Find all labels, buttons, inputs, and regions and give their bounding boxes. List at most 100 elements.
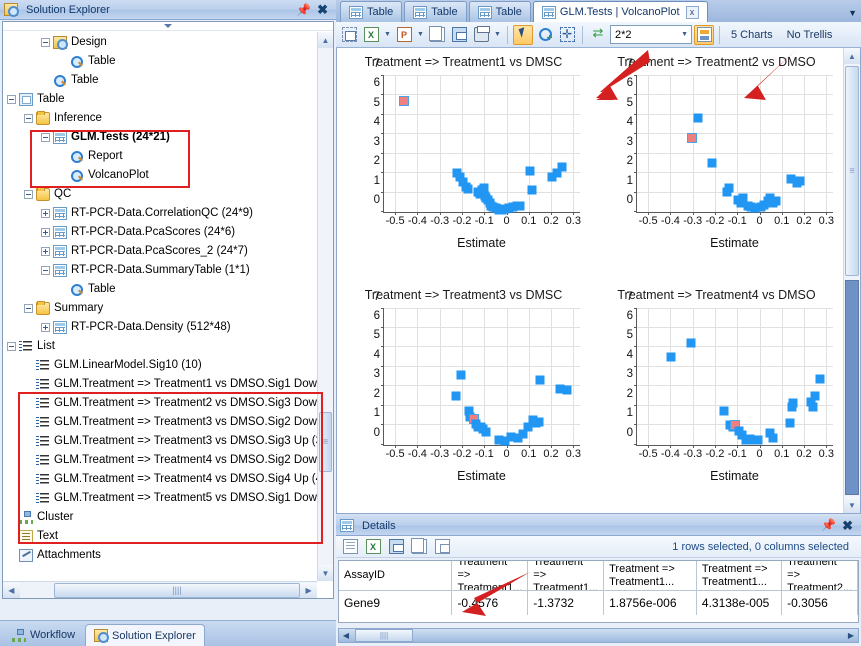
data-point[interactable] — [515, 201, 525, 211]
panel-layout-icon[interactable] — [694, 24, 714, 45]
data-point[interactable] — [481, 427, 491, 437]
tree-item[interactable]: Inference — [3, 109, 317, 128]
pin-icon[interactable]: 📌 — [296, 4, 311, 16]
data-point[interactable] — [535, 375, 545, 385]
scroll-down-arrow-icon[interactable]: ▼ — [844, 497, 860, 513]
print-caret-icon[interactable]: ▼ — [493, 25, 502, 45]
chevron-down-icon[interactable]: ▼ — [681, 31, 688, 38]
save-image-icon[interactable] — [449, 25, 469, 45]
chart-scroll-track[interactable] — [845, 280, 859, 495]
tree-expander-plus[interactable] — [41, 323, 50, 332]
plot-area[interactable]: 0 1 2 3 4 5 6 7 -0.5 -0.4 -0.3 -0.2 -0.1 0 0.1 0.2 0.3 — [627, 291, 834, 460]
tree-expander-plus[interactable] — [41, 247, 50, 256]
tree-scroll-thumb[interactable] — [319, 412, 332, 472]
tree-expander-minus[interactable] — [41, 266, 50, 275]
chevron-down-icon[interactable]: ▼ — [848, 8, 857, 18]
tree-vertical-scrollbar[interactable]: ▲ ▼ — [317, 32, 333, 581]
tree-hscroll-thumb[interactable]: |||| — [53, 582, 301, 598]
data-point[interactable] — [795, 176, 805, 186]
data-point-selected[interactable] — [686, 132, 697, 143]
chart-panel-2[interactable]: Treatment => Treatment3 vs DMSC-Log10(Ra… — [337, 281, 590, 514]
tree-item[interactable]: RT-PCR-Data.CorrelationQC (24*9) — [3, 204, 317, 223]
pin-icon[interactable]: 📌 — [821, 519, 836, 532]
data-point[interactable] — [787, 402, 797, 412]
details-column-header[interactable]: Treatment => Treatment1... — [604, 561, 697, 591]
tree-item[interactable]: Table — [3, 280, 317, 299]
details-column-header[interactable]: Treatment => Treatment2... — [782, 561, 858, 591]
tree-item[interactable]: GLM.Tests (24*21) — [3, 128, 317, 147]
tree-expander-plus[interactable] — [41, 228, 50, 237]
tree-item[interactable]: GLM.Treatment => Treatment5 vs DMSO.Sig1… — [3, 489, 317, 508]
data-point[interactable] — [815, 374, 825, 384]
tree-scroll-up-hint[interactable] — [3, 22, 333, 31]
tree-item[interactable]: GLM.Treatment => Treatment1 vs DMSO.Sig1… — [3, 375, 317, 394]
tree-item[interactable]: RT-PCR-Data.SummaryTable (1*1) — [3, 261, 317, 280]
data-point[interactable] — [719, 406, 729, 416]
details-table[interactable]: AssayID Treatment => Treatment1... Treatmen… — [338, 560, 859, 623]
tree-item[interactable]: Text — [3, 527, 317, 546]
tree-item[interactable]: Table — [3, 90, 317, 109]
export-excel-icon[interactable] — [361, 25, 381, 45]
tree-item[interactable]: Attachments — [3, 546, 317, 565]
details-column-header[interactable]: AssayID — [339, 561, 453, 591]
data-point[interactable] — [666, 352, 676, 362]
sync-axes-icon[interactable] — [588, 25, 608, 45]
bottom-tab-workflow[interactable]: Workflow — [4, 624, 83, 646]
tree-item[interactable]: Cluster — [3, 508, 317, 527]
tree-expander-plus[interactable] — [41, 209, 50, 218]
export-powerpoint-caret-icon[interactable]: ▼ — [416, 25, 425, 45]
tab-close-icon[interactable]: x — [685, 5, 699, 19]
data-point[interactable] — [771, 196, 781, 206]
data-point[interactable] — [557, 162, 567, 172]
tree-item[interactable]: Report — [3, 147, 317, 166]
copy-icon[interactable] — [409, 537, 429, 557]
tree-expander-minus[interactable] — [41, 38, 50, 47]
tree-expander-minus[interactable] — [7, 342, 16, 351]
data-point[interactable] — [724, 183, 734, 193]
tree-item[interactable]: VolcanoPlot — [3, 166, 317, 185]
close-icon[interactable]: ✖ — [842, 519, 853, 532]
tree-item[interactable]: Summary — [3, 299, 317, 318]
details-row[interactable]: Gene9 -0.4576 -1.3732 1.8756e-006 4.3138e-00… — [339, 591, 858, 615]
chart-panel-1[interactable]: Treatment => Treatment2 vs DMSO-Log10(Ra… — [590, 48, 843, 281]
scroll-right-arrow-icon[interactable]: ▶ — [300, 582, 318, 598]
pointer-tool-icon[interactable] — [513, 24, 533, 45]
data-point[interactable] — [785, 418, 795, 428]
chart-panel-3[interactable]: Treatment => Treatment4 vs DMSO-Log10(Ra… — [590, 281, 843, 514]
solution-tree[interactable]: Design Table Table Table Inference GLM.Tests … — [3, 32, 317, 581]
data-point[interactable] — [463, 184, 473, 194]
chart-canvas[interactable]: Treatment => Treatment1 vs DMSC-Log10(Ra… — [336, 48, 861, 514]
tree-expander-minus[interactable] — [7, 95, 16, 104]
tree-item[interactable]: GLM.Treatment => Treatment3 vs DMSO.Sig2… — [3, 413, 317, 432]
data-point[interactable] — [808, 402, 817, 412]
details-column-header[interactable]: Treatment => Treatment1... — [452, 561, 529, 591]
details-cell[interactable]: 1.8756e-006 — [604, 591, 697, 615]
scroll-left-arrow-icon[interactable]: ◀ — [3, 582, 20, 598]
data-point[interactable] — [693, 113, 703, 123]
tree-item[interactable]: Table — [3, 52, 317, 71]
data-point[interactable] — [562, 385, 572, 395]
editor-tab-1[interactable]: Table — [404, 1, 467, 22]
plot-area[interactable]: 0 1 2 3 4 5 6 7 -0.5 -0.4 -0.3 -0.2 -0.1 0 0.1 0.2 0.3 — [374, 291, 581, 460]
tree-expander-minus[interactable] — [41, 133, 50, 142]
chart-scroll-thumb[interactable] — [845, 66, 859, 276]
details-column-header[interactable]: Treatment => Treatment1... — [528, 561, 605, 591]
data-point-selected[interactable] — [399, 95, 410, 106]
tree-item[interactable]: Table — [3, 71, 317, 90]
data-point[interactable] — [456, 370, 466, 380]
zoom-tool-icon[interactable] — [535, 25, 555, 45]
export-excel-icon[interactable] — [363, 537, 383, 557]
layout-combobox[interactable]: 2*2 ▼ — [610, 25, 692, 44]
tree-item[interactable]: QC — [3, 185, 317, 204]
scroll-up-arrow-icon[interactable]: ▲ — [318, 32, 333, 48]
pan-tool-icon[interactable] — [557, 25, 577, 45]
tree-expander-minus[interactable] — [24, 114, 33, 123]
editor-tab-0[interactable]: Table — [340, 1, 403, 22]
editor-tab-2[interactable]: Table — [468, 1, 531, 22]
data-point[interactable] — [525, 166, 535, 176]
data-point[interactable] — [451, 391, 461, 401]
tree-expander-minus[interactable] — [24, 304, 33, 313]
details-cell[interactable]: -1.3732 — [528, 591, 605, 615]
export-excel-caret-icon[interactable]: ▼ — [383, 25, 392, 45]
data-point[interactable] — [534, 417, 544, 427]
